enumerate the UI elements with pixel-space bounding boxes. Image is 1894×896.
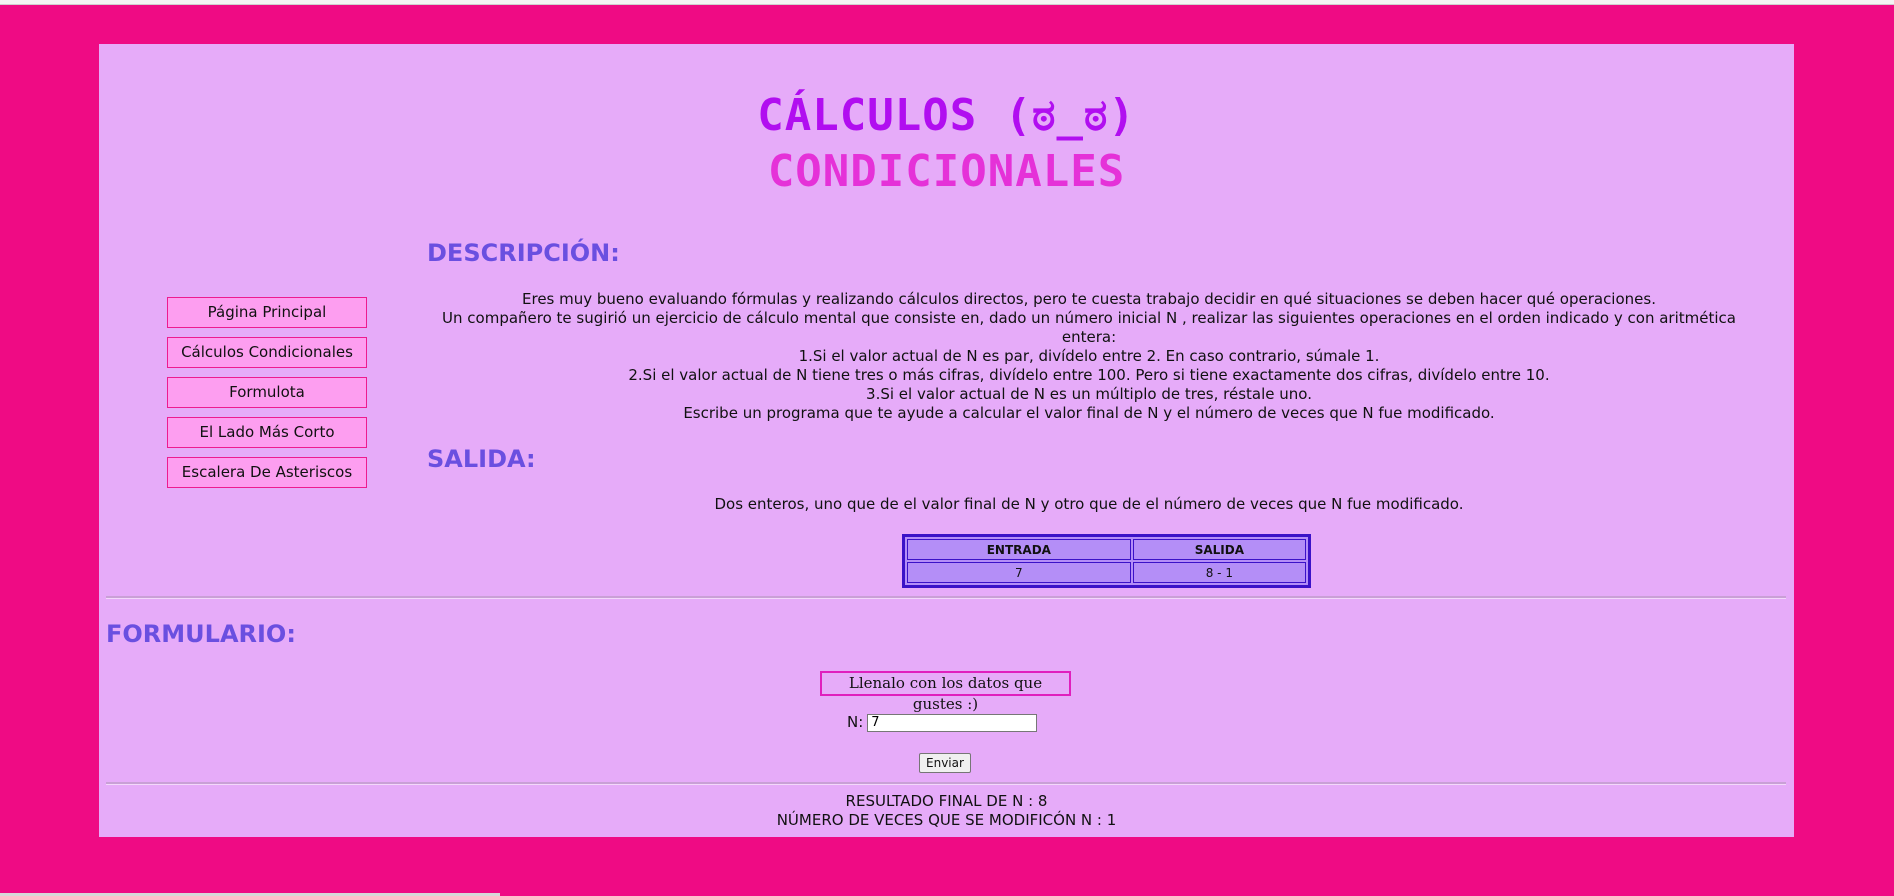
descripcion-heading: DESCRIPCIÓN:: [427, 239, 620, 267]
resultado-final-text: RESULTADO FINAL DE N : 8: [845, 792, 1048, 810]
descripcion-line: Un compañero te sugirió un ejercicio de …: [442, 309, 1736, 346]
nav-item-formulota[interactable]: Formulota: [167, 377, 367, 408]
divider: [106, 596, 1786, 599]
form-intro-box: Llenalo con los datos que gustes :): [820, 671, 1071, 713]
n-field-row: N:: [847, 713, 1038, 732]
nav-item-el-lado-mas-corto[interactable]: El Lado Más Corto: [167, 417, 367, 448]
n-field-label: N:: [847, 713, 864, 731]
page-title-line2: CONDICIONALES: [767, 146, 1126, 197]
io-example-table: ENTRADA SALIDA 7 8 - 1: [902, 534, 1311, 588]
table-cell-entrada: 7: [907, 562, 1131, 583]
formulario-heading: FORMULARIO:: [106, 620, 296, 648]
descripcion-text: Eres muy bueno evaluando fórmulas y real…: [429, 290, 1749, 423]
divider: [106, 782, 1786, 785]
salida-text: Dos enteros, uno que de el valor final d…: [714, 495, 1464, 513]
window-top-border: [0, 0, 1894, 5]
n-input[interactable]: [867, 713, 1038, 732]
enviar-button[interactable]: Enviar: [919, 753, 971, 773]
table-cell-salida: 8 - 1: [1132, 562, 1306, 583]
descripcion-line: Eres muy bueno evaluando fórmulas y real…: [522, 290, 1656, 308]
descripcion-line: 2.Si el valor actual de N tiene tres o m…: [628, 366, 1550, 384]
nav-item-calculos-condicionales[interactable]: Cálculos Condicionales: [167, 337, 367, 368]
descripcion-line: Escribe un programa que te ayude a calcu…: [683, 404, 1495, 422]
numero-veces-text: NÚMERO DE VECES QUE SE MODIFICÓN N : 1: [776, 811, 1117, 829]
table-header-entrada: ENTRADA: [907, 539, 1131, 560]
table-row: 7 8 - 1: [907, 562, 1306, 583]
table-header-salida: SALIDA: [1132, 539, 1306, 560]
table-header-row: ENTRADA SALIDA: [907, 539, 1306, 560]
salida-heading: SALIDA:: [427, 445, 536, 473]
nav-item-escalera-de-asteriscos[interactable]: Escalera De Asteriscos: [167, 457, 367, 488]
descripcion-line: 3.Si el valor actual de N es un múltiplo…: [866, 385, 1312, 403]
descripcion-line: 1.Si el valor actual de N es par, divíde…: [798, 347, 1380, 365]
page-panel: CÁLCULOS (ಠ_ಠ) CONDICIONALES DESCRIPCIÓN…: [99, 44, 1794, 837]
sidebar-nav: Página Principal Cálculos Condicionales …: [167, 297, 367, 497]
nav-item-pagina-principal[interactable]: Página Principal: [167, 297, 367, 328]
page-title-line1: CÁLCULOS (ಠ_ಠ): [757, 90, 1136, 141]
